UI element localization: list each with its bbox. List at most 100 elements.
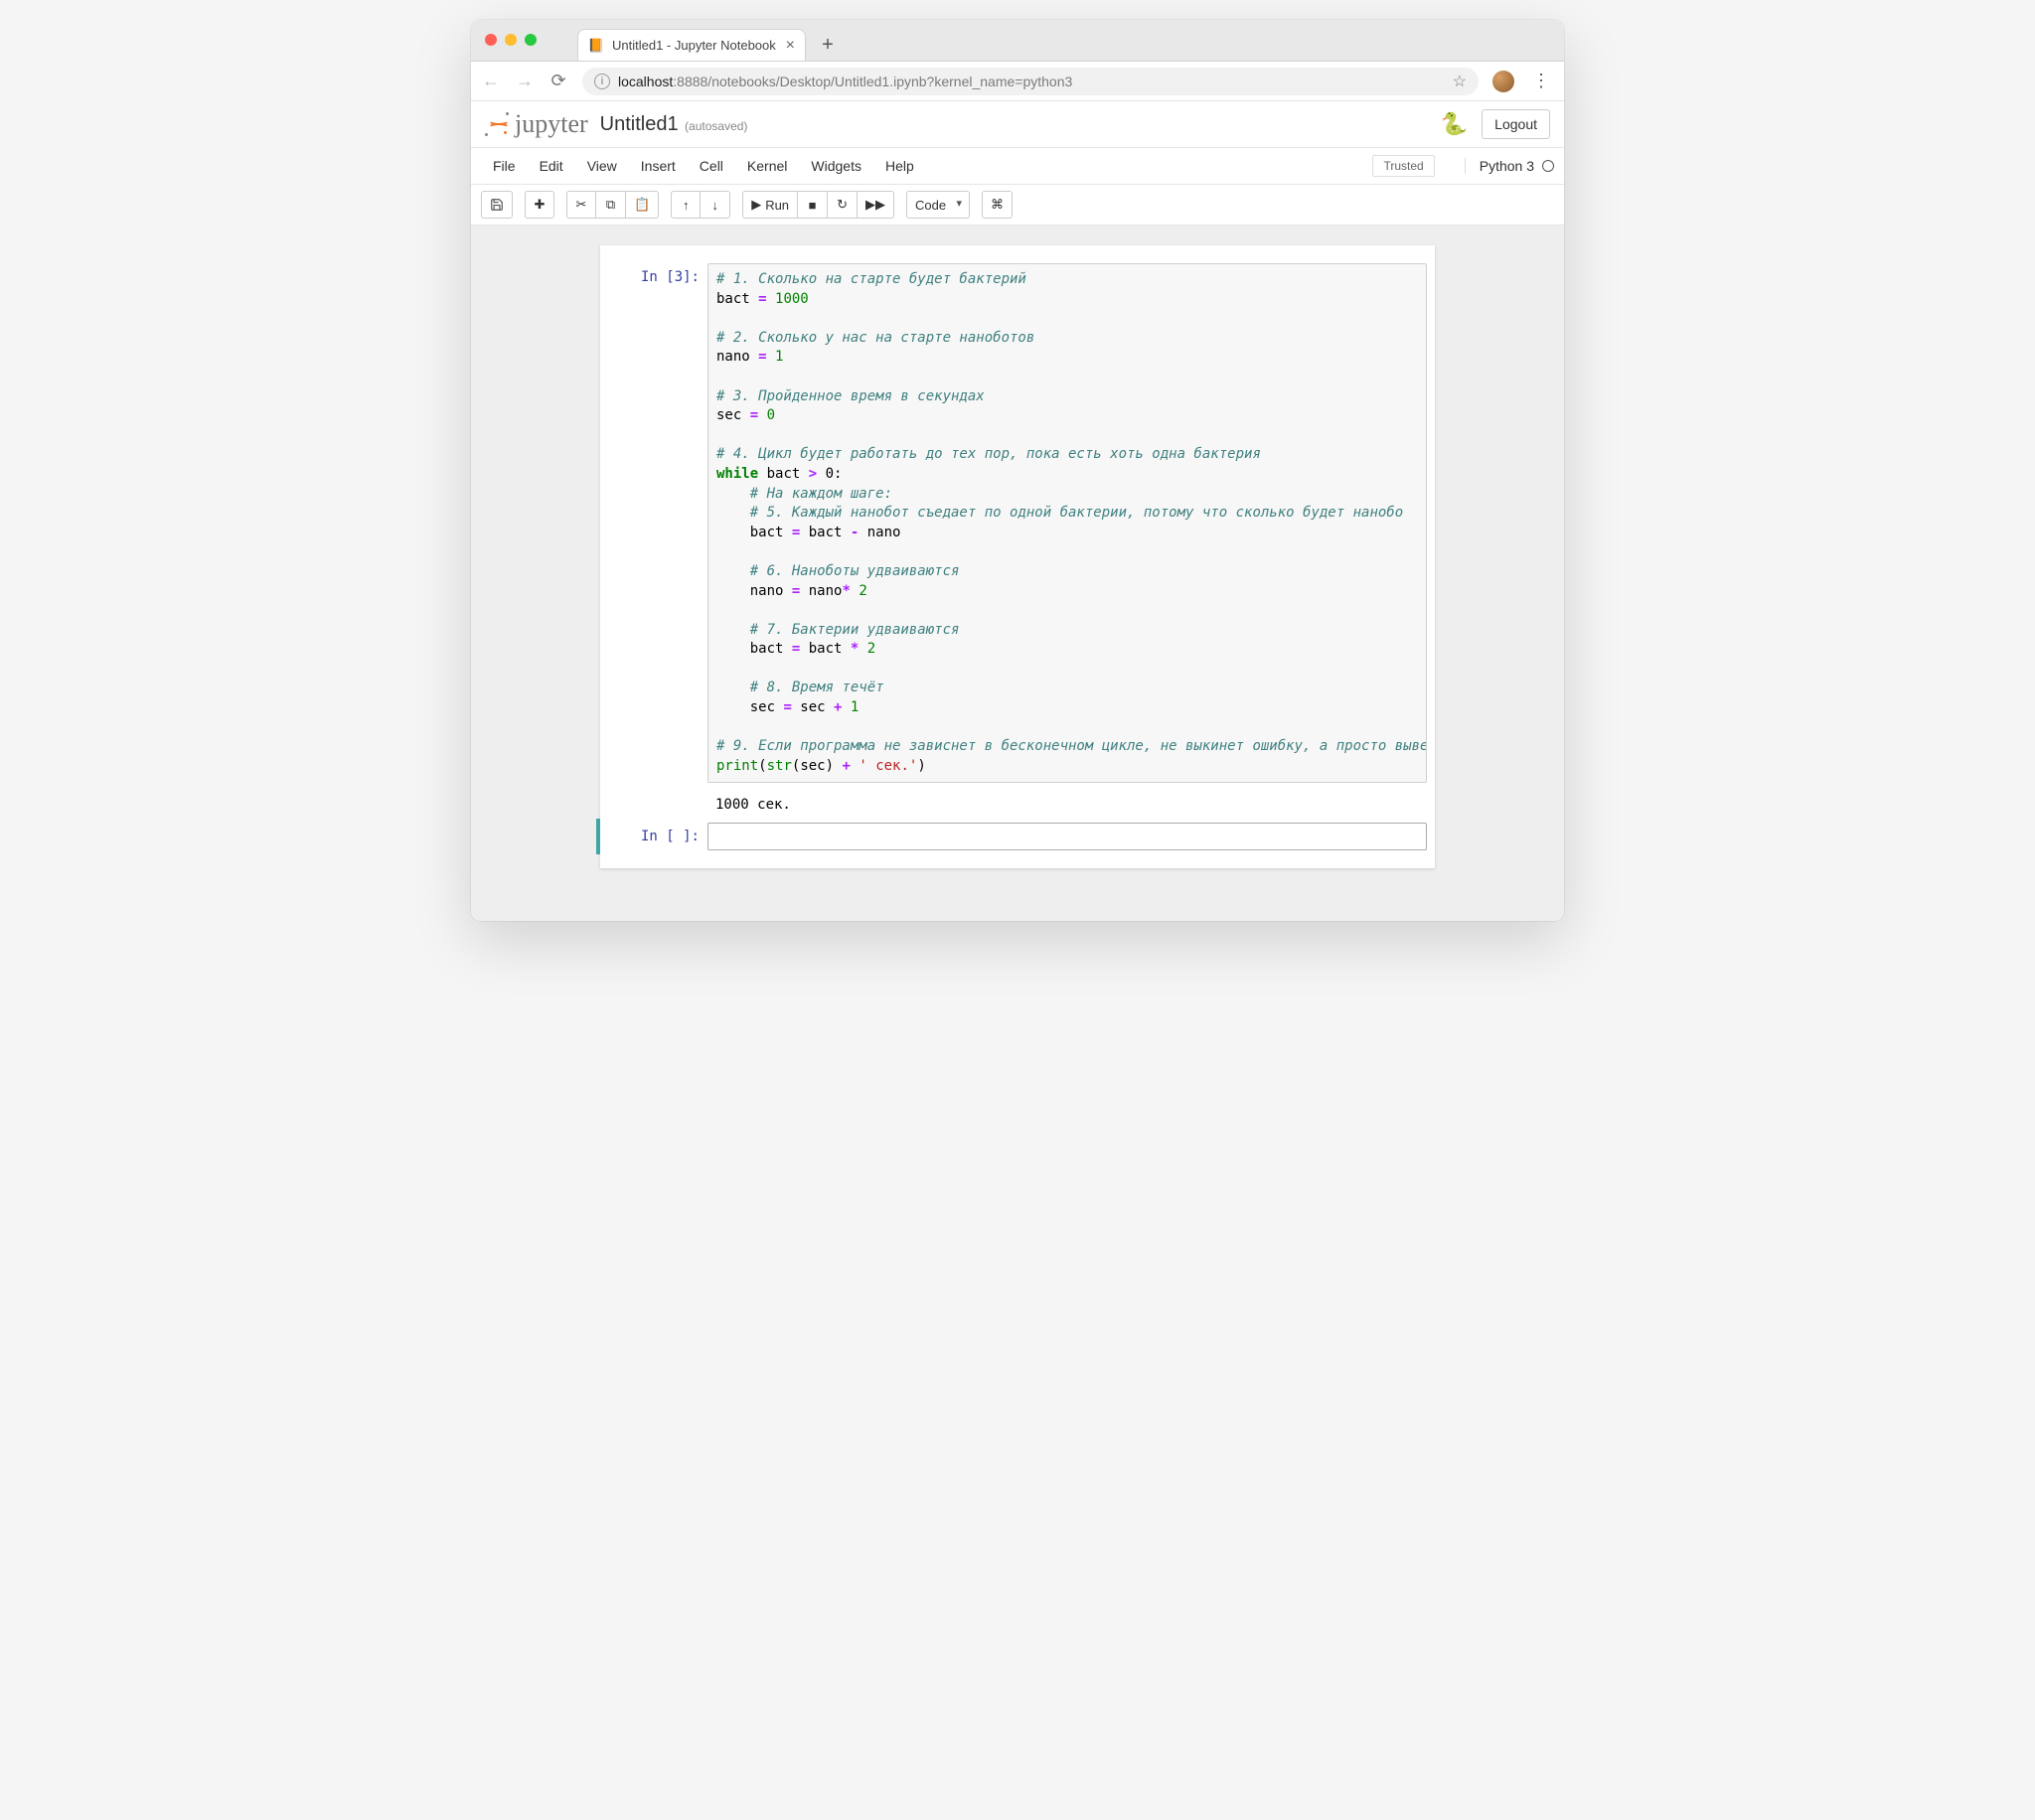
code-number: 0 <box>758 407 775 423</box>
save-button[interactable] <box>481 191 513 219</box>
menu-file[interactable]: File <box>481 152 528 180</box>
code-token: nano <box>859 525 900 540</box>
reload-button[interactable]: ⟳ <box>548 72 568 91</box>
kernel-name: Python 3 <box>1480 158 1534 174</box>
code-input[interactable]: # 1. Сколько на старте будет бактерий ba… <box>707 263 1427 783</box>
code-token: bact <box>800 525 851 540</box>
browser-tab[interactable]: 📙 Untitled1 - Jupyter Notebook × <box>577 29 806 61</box>
code-cell-active[interactable]: In [ ]: <box>596 819 1435 854</box>
toolbar: ✚ ✂ ⧉ 📋 ↑ ↓ ▶ Run ■ ↻ ▶▶ Code ⌘ <box>471 185 1564 226</box>
close-window-button[interactable] <box>485 34 497 46</box>
code-op: + <box>842 758 850 774</box>
jupyter-logo[interactable]: jupyter <box>485 109 588 139</box>
notebook-header: jupyter Untitled1 (autosaved) 🐍 Logout <box>471 101 1564 148</box>
notebook-container: In [3]: # 1. Сколько на старте будет бак… <box>471 226 1564 921</box>
code-string: ' сек.' <box>851 758 917 774</box>
restart-run-all-button[interactable]: ▶▶ <box>858 191 894 219</box>
code-token: ( <box>758 758 766 774</box>
menu-cell[interactable]: Cell <box>688 152 735 180</box>
menu-widgets[interactable]: Widgets <box>799 152 873 180</box>
move-down-button[interactable]: ↓ <box>701 191 730 219</box>
run-label: Run <box>765 198 789 213</box>
code-token: sec <box>792 699 834 715</box>
code-builtin: str <box>767 758 792 774</box>
tab-strip: 📙 Untitled1 - Jupyter Notebook × + <box>577 20 842 61</box>
logout-button[interactable]: Logout <box>1482 109 1550 139</box>
code-comment: # 5. Каждый нанобот съедает по одной бак… <box>716 505 1403 521</box>
code-op: = <box>783 699 791 715</box>
cell-type-select[interactable]: Code <box>906 191 970 219</box>
code-token: bact <box>716 291 758 307</box>
menu-kernel[interactable]: Kernel <box>735 152 799 180</box>
code-number: 2 <box>851 583 867 599</box>
favicon-notebook-icon: 📙 <box>588 38 604 54</box>
cut-button[interactable]: ✂ <box>566 191 596 219</box>
code-comment: # 8. Время течёт <box>716 680 884 695</box>
restart-button[interactable]: ↻ <box>828 191 858 219</box>
python-logo-icon: 🐍 <box>1441 111 1468 137</box>
site-info-icon[interactable]: i <box>594 74 610 89</box>
menu-view[interactable]: View <box>575 152 629 180</box>
code-comment: # 1. Сколько на старте будет бактерий <box>716 271 1026 287</box>
address-bar: ← → ⟳ i localhost:8888/notebooks/Desktop… <box>471 62 1564 101</box>
code-cell[interactable]: In [3]: # 1. Сколько на старте будет бак… <box>600 259 1435 787</box>
browser-window: 📙 Untitled1 - Jupyter Notebook × + ← → ⟳… <box>471 20 1564 921</box>
interrupt-button[interactable]: ■ <box>798 191 828 219</box>
code-token: sec <box>716 407 750 423</box>
autosave-status: (autosaved) <box>685 119 747 133</box>
profile-avatar[interactable] <box>1492 71 1514 92</box>
notebook-name[interactable]: Untitled1 <box>600 113 679 135</box>
code-token: nano <box>800 583 842 599</box>
menu-insert[interactable]: Insert <box>629 152 688 180</box>
move-up-button[interactable]: ↑ <box>671 191 701 219</box>
code-op: = <box>758 349 766 365</box>
jupyter-brand: jupyter <box>515 109 588 139</box>
code-token: bact <box>758 466 809 482</box>
code-token: bact <box>716 641 792 657</box>
output-prompt <box>608 791 707 815</box>
code-token: nano <box>716 349 758 365</box>
code-comment: # 4. Цикл будет работать до тех пор, пок… <box>716 446 1261 462</box>
window-controls <box>485 34 537 46</box>
trusted-indicator[interactable]: Trusted <box>1372 155 1434 177</box>
menu-edit[interactable]: Edit <box>528 152 575 180</box>
run-button[interactable]: ▶ Run <box>742 191 798 219</box>
url-text: localhost:8888/notebooks/Desktop/Untitle… <box>618 74 1072 89</box>
url-host: localhost <box>618 74 673 89</box>
kernel-indicator: Python 3 <box>1465 158 1554 174</box>
code-op: = <box>758 291 766 307</box>
code-builtin: print <box>716 758 758 774</box>
insert-cell-button[interactable]: ✚ <box>525 191 554 219</box>
bookmark-star-icon[interactable]: ☆ <box>1453 72 1467 91</box>
code-token: 0: <box>817 466 842 482</box>
maximize-window-button[interactable] <box>525 34 537 46</box>
new-tab-button[interactable]: + <box>814 31 842 59</box>
url-path: :8888/notebooks/Desktop/Untitled1.ipynb?… <box>673 74 1072 89</box>
code-comment: # 2. Сколько у нас на старте наноботов <box>716 330 1034 346</box>
code-token: sec <box>716 699 783 715</box>
menu-bar: File Edit View Insert Cell Kernel Widget… <box>471 148 1564 185</box>
back-button[interactable]: ← <box>481 72 501 91</box>
code-token: (sec) <box>792 758 843 774</box>
url-input[interactable]: i localhost:8888/notebooks/Desktop/Untit… <box>582 68 1479 95</box>
notebook-title-group: Untitled1 (autosaved) <box>600 113 748 136</box>
code-token: bact <box>800 641 851 657</box>
code-input-empty[interactable] <box>707 823 1427 850</box>
code-op: = <box>750 407 758 423</box>
code-token: nano <box>716 583 792 599</box>
forward-button[interactable]: → <box>515 72 535 91</box>
minimize-window-button[interactable] <box>505 34 517 46</box>
copy-button[interactable]: ⧉ <box>596 191 626 219</box>
paste-button[interactable]: 📋 <box>626 191 659 219</box>
command-palette-button[interactable]: ⌘ <box>982 191 1013 219</box>
menu-help[interactable]: Help <box>873 152 926 180</box>
notebook-paper: In [3]: # 1. Сколько на старте будет бак… <box>600 245 1435 868</box>
code-number: 1000 <box>767 291 809 307</box>
output-text: 1000 сек. <box>707 791 1427 815</box>
code-comment: # 3. Пройденное время в секундах <box>716 388 985 404</box>
code-op: > <box>809 466 817 482</box>
code-op: * <box>842 583 850 599</box>
close-tab-button[interactable]: × <box>786 37 795 55</box>
browser-menu-button[interactable]: ⋮ <box>1528 71 1554 91</box>
input-prompt-empty: In [ ]: <box>608 823 707 850</box>
